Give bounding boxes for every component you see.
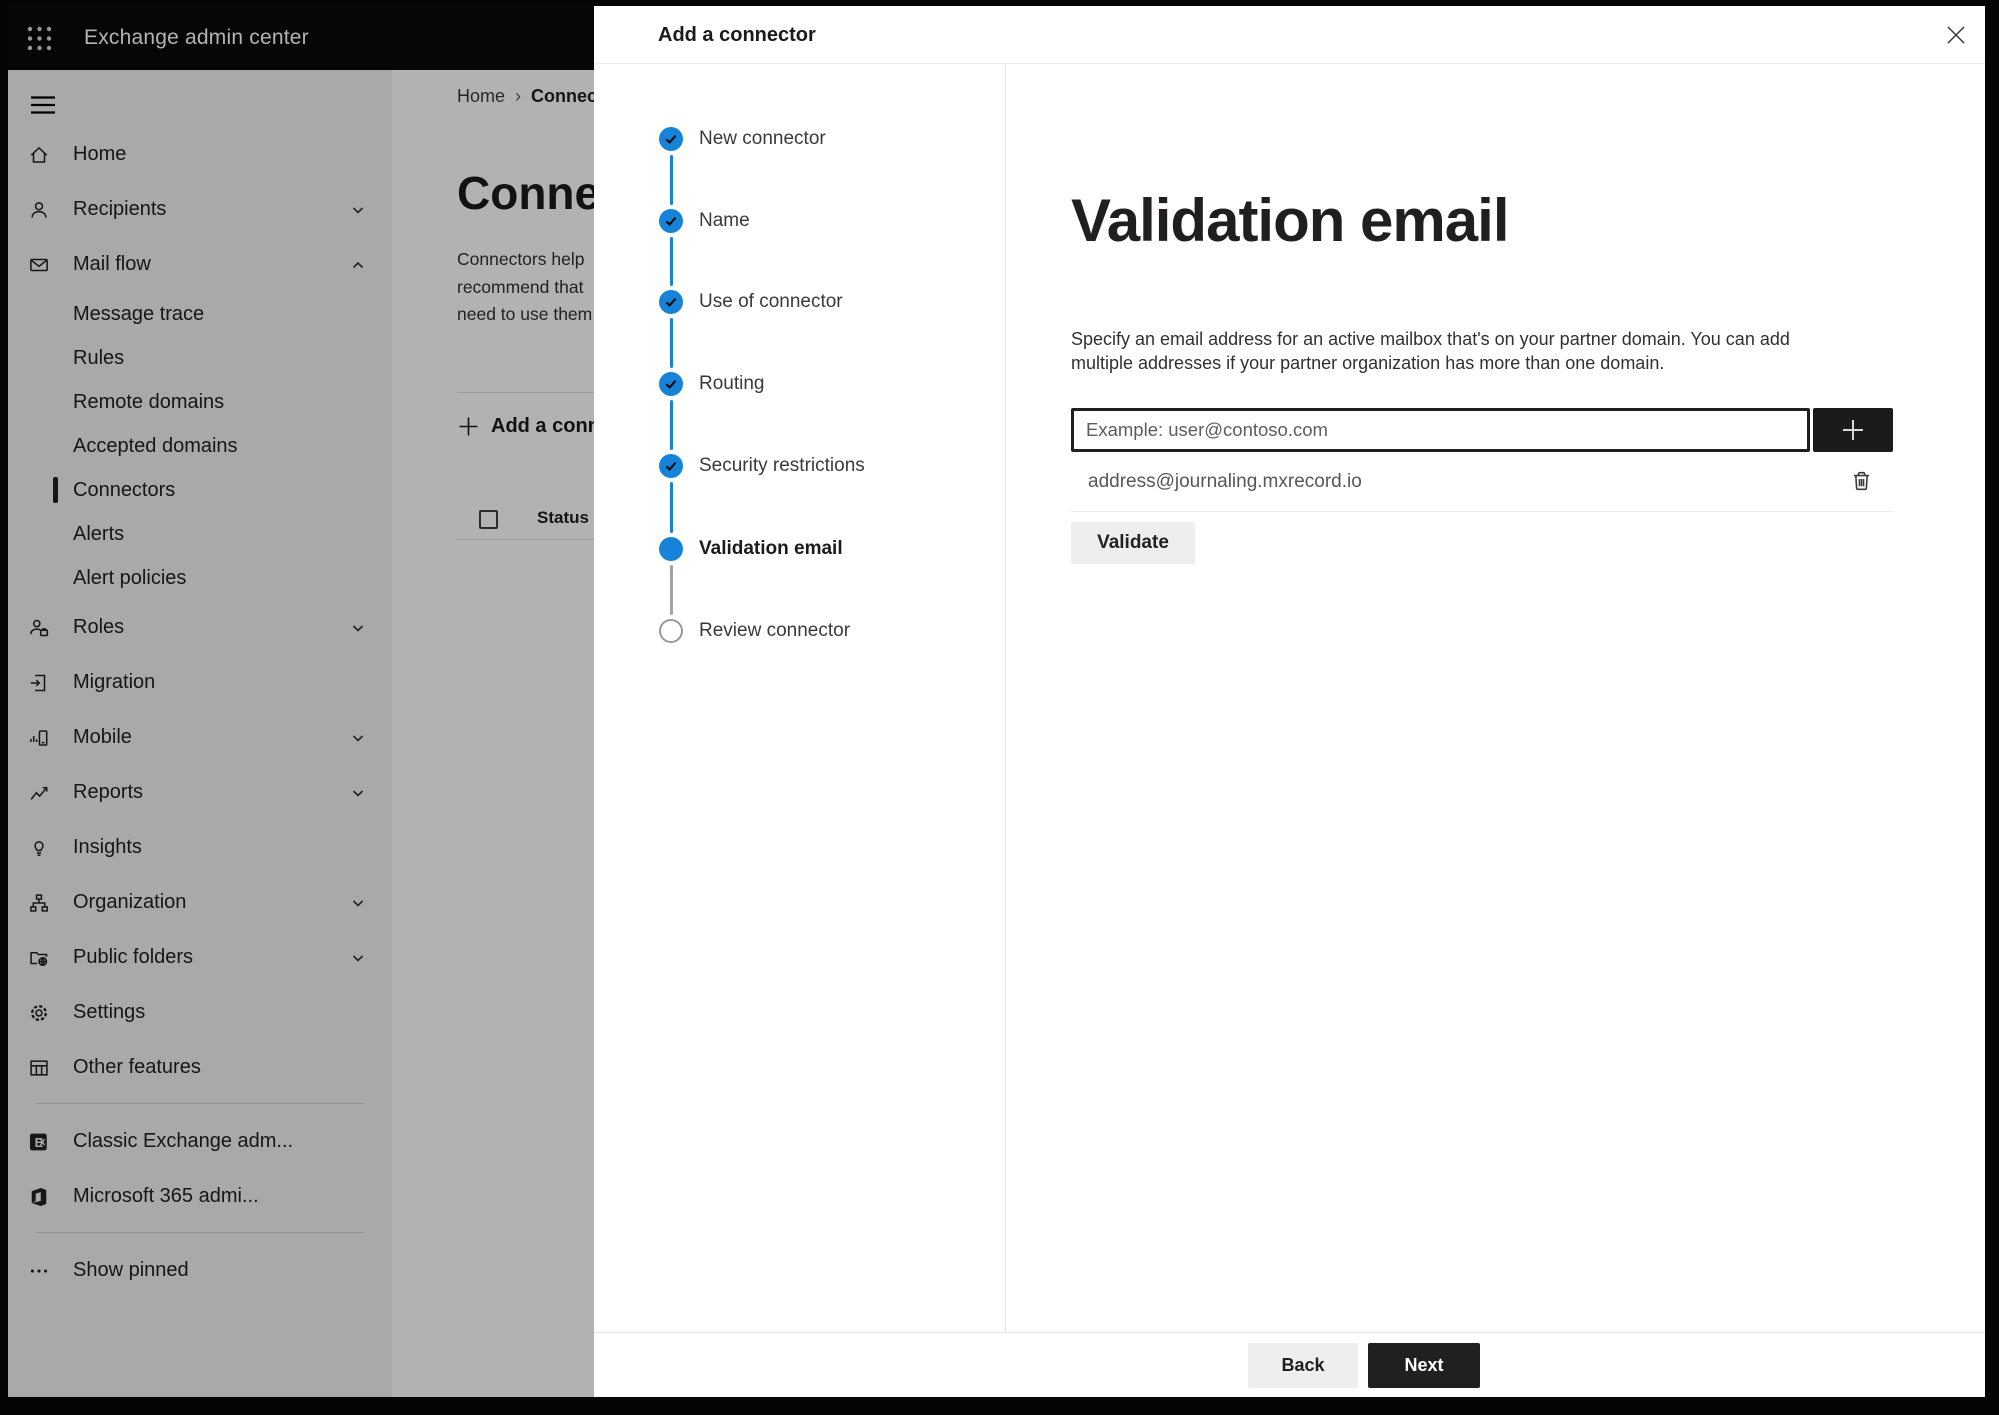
panel-header: Add a connector <box>594 6 1985 64</box>
close-icon[interactable] <box>1943 22 1969 48</box>
step-label: Routing <box>699 373 765 394</box>
step-connector-line <box>670 237 673 286</box>
step-connector-line <box>670 482 673 533</box>
panel-footer: Back Next <box>594 1332 1985 1397</box>
add-email-button[interactable] <box>1813 408 1893 452</box>
step-circle-routing <box>659 372 683 396</box>
step-circle-security-restrictions <box>659 454 683 478</box>
step-circle-name <box>659 209 683 233</box>
step-connector-line <box>670 565 673 615</box>
email-address-row: address@journaling.mxrecord.io <box>1071 453 1893 512</box>
step-connector-line <box>670 400 673 450</box>
modal-dim-overlay <box>8 6 594 1397</box>
exchange-admin-center-window: Exchange admin center Home Recipients Ma… <box>8 6 1985 1397</box>
step-circle-use-of-connector <box>659 290 683 314</box>
step-heading: Validation email <box>1071 187 1509 254</box>
back-button[interactable]: Back <box>1248 1343 1358 1388</box>
plus-icon <box>1843 420 1863 440</box>
delete-email-icon[interactable] <box>1849 469 1874 496</box>
add-connector-panel: Add a connector New connector Name Use o… <box>594 6 1985 1397</box>
next-button[interactable]: Next <box>1368 1343 1480 1388</box>
step-label: Security restrictions <box>699 455 865 476</box>
screen-frame: Exchange admin center Home Recipients Ma… <box>0 0 1999 1415</box>
email-input-row <box>1071 408 1893 452</box>
step-circle-new-connector <box>659 127 683 151</box>
step-label-current: Validation email <box>699 538 843 559</box>
email-address-value: address@journaling.mxrecord.io <box>1088 471 1362 492</box>
step-label: Review connector <box>699 620 851 641</box>
validate-button[interactable]: Validate <box>1071 522 1195 564</box>
step-circle-review-connector <box>659 619 683 643</box>
step-connector-line <box>670 155 673 205</box>
validation-email-input[interactable] <box>1071 408 1810 452</box>
step-description: Specify an email address for an active m… <box>1071 329 1790 373</box>
step-connector-line <box>670 318 673 368</box>
step-label: New connector <box>699 128 826 149</box>
step-label: Name <box>699 210 750 231</box>
wizard-steps: New connector Name Use of connector Rout… <box>594 64 1006 1332</box>
panel-title: Add a connector <box>658 24 816 46</box>
step-label: Use of connector <box>699 291 843 312</box>
step-circle-validation-email <box>659 537 683 561</box>
validation-email-step-content: Validation email Specify an email addres… <box>1071 64 1893 1332</box>
